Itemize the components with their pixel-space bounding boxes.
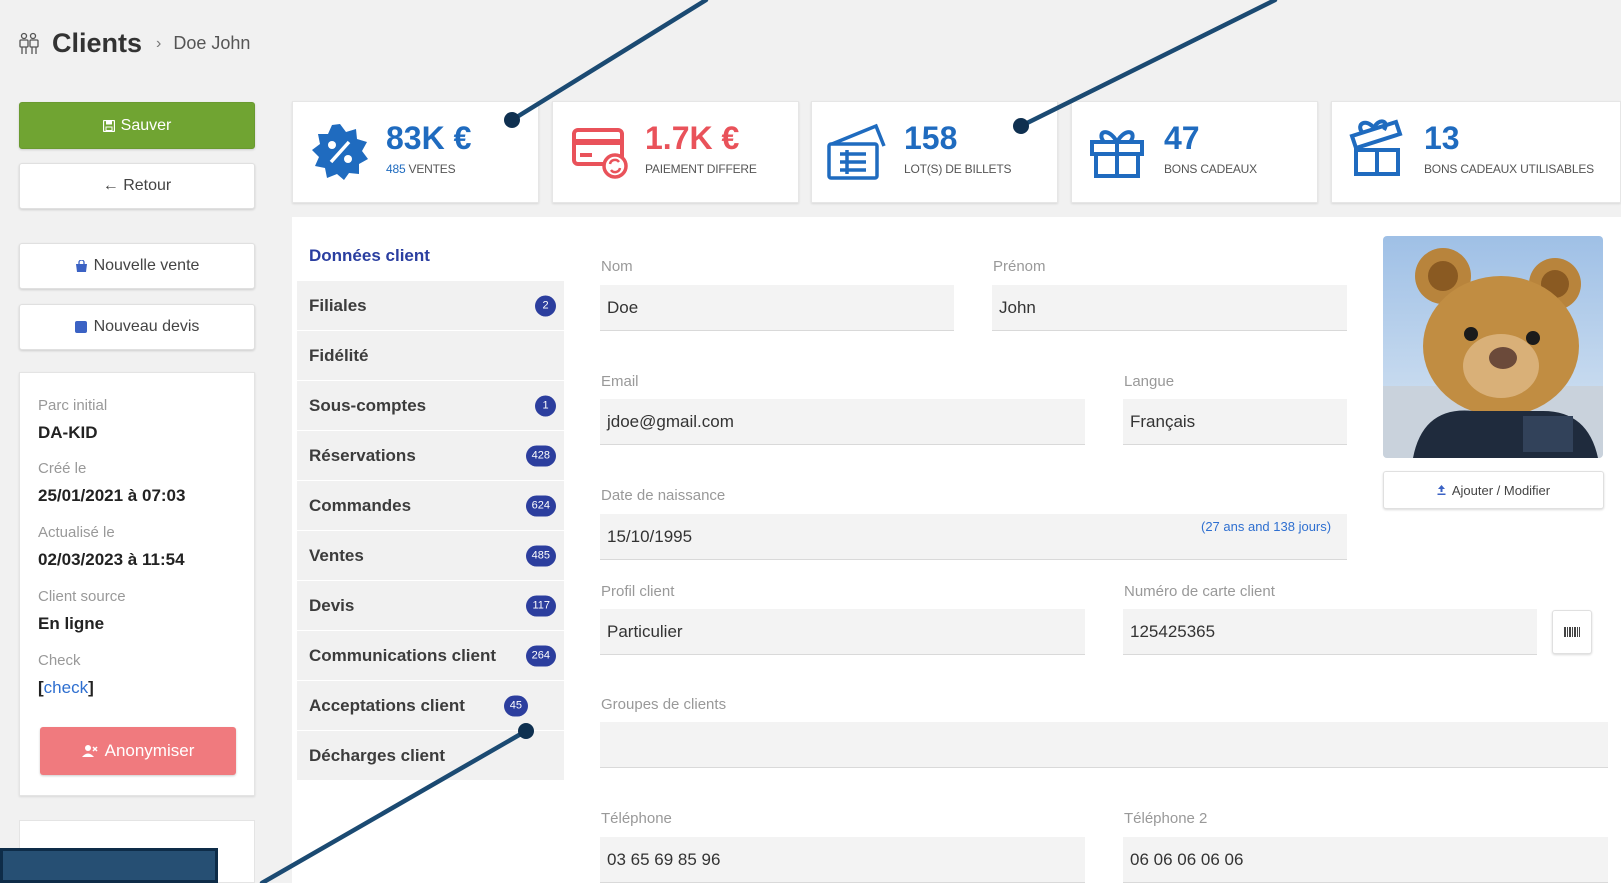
breadcrumb-current[interactable]: Doe John [173, 33, 250, 54]
updated-label: Actualisé le [38, 524, 115, 541]
page-title: Clients [52, 28, 143, 58]
count-badge: 117 [526, 595, 556, 616]
tickets-icon [827, 123, 886, 180]
nav-item-sales[interactable]: Ventes 485 [297, 531, 564, 581]
stat-gifts-label: BONS CADEAUX [1164, 162, 1257, 176]
count-badge: 624 [525, 495, 556, 516]
check-label: Check [38, 652, 81, 669]
anonymize-label: Anonymiser [104, 741, 195, 760]
upload-photo-label: Ajouter / Modifier [1451, 482, 1551, 498]
breadcrumb-separator: › [156, 34, 162, 52]
client-nav: Données client Filiales 2 Fidélité Sous-c… [297, 231, 564, 781]
check-link[interactable]: check [44, 678, 88, 697]
credit-card-sync-icon [572, 128, 628, 179]
count-badge: 45 [503, 695, 528, 716]
barcode-icon [1564, 627, 1580, 637]
nav-item-discharges[interactable]: Décharges client [297, 731, 564, 781]
nav-item-reservations[interactable]: Réservations 428 [297, 431, 564, 481]
save-button[interactable]: Sauver [19, 102, 255, 149]
count-badge: 428 [525, 445, 556, 466]
stat-card-tickets[interactable]: 158 LOT(S) DE BILLETS [811, 101, 1058, 203]
new-quote-label: Nouveau devis [93, 318, 200, 335]
nav-item-orders[interactable]: Commandes 624 [297, 481, 564, 531]
updated-value: 02/03/2023 à 11:54 [38, 550, 185, 569]
upload-icon [1437, 485, 1446, 495]
new-quote-button[interactable]: Nouveau devis [19, 304, 255, 350]
langue-select[interactable]: Français [1123, 399, 1347, 445]
back-label: ← Retour [102, 177, 172, 194]
card-number-field[interactable]: 125425365 [1123, 609, 1537, 655]
nom-field[interactable]: Doe [600, 285, 954, 331]
stat-card-gifts[interactable]: 47 BONS CADEAUX [1071, 101, 1318, 203]
stat-usable-gifts-label: BONS CADEAUX UTILISABLES [1424, 162, 1594, 176]
page-header: Clients › Doe John [18, 28, 250, 59]
gift-icon [1090, 130, 1144, 178]
nom-label: Nom [601, 258, 633, 275]
count-badge: 264 [525, 645, 556, 666]
floppy-disk-icon [102, 119, 115, 132]
shopping-bag-icon [75, 259, 87, 272]
teddy-bear-image [1383, 236, 1603, 458]
new-sale-button[interactable]: Nouvelle vente [19, 243, 255, 289]
park-value: DA-KID [38, 423, 98, 442]
callout-box [0, 848, 218, 883]
phone-field[interactable]: 03 65 69 85 96 [600, 837, 1085, 883]
stat-tickets-value: 158 [904, 120, 958, 156]
prenom-field[interactable]: John [992, 285, 1347, 331]
source-label: Client source [38, 588, 126, 605]
stat-gifts-value: 47 [1164, 120, 1200, 156]
profil-label: Profil client [601, 583, 675, 600]
new-sale-label: Nouvelle vente [93, 257, 200, 274]
stat-deferred-label: PAIEMENT DIFFERE [645, 162, 757, 176]
nav-item-acceptances[interactable]: Acceptations client 45 [297, 681, 564, 731]
user-remove-icon [81, 745, 98, 757]
nav-item-quotes[interactable]: Devis 117 [297, 581, 564, 631]
nav-item-communications[interactable]: Communications client 264 [297, 631, 564, 681]
clients-icon [19, 32, 39, 54]
phone-label: Téléphone [601, 810, 672, 827]
count-badge: 2 [535, 295, 556, 316]
nav-item-subsidiaries[interactable]: Filiales 2 [297, 281, 564, 331]
back-button[interactable]: ← Retour [19, 163, 255, 209]
park-label: Parc initial [38, 397, 108, 414]
client-photo [1383, 236, 1603, 458]
langue-label: Langue [1124, 373, 1175, 390]
barcode-button[interactable] [1552, 610, 1592, 654]
client-info-card: Parc initial DA-KID Créé le 25/01/2021 à… [19, 372, 255, 796]
source-value: En ligne [38, 614, 105, 633]
phone2-label: Téléphone 2 [1124, 810, 1208, 827]
count-badge: 1 [535, 395, 556, 416]
document-icon [74, 321, 87, 333]
stat-deferred-value: 1.7K € [645, 120, 740, 156]
phone2-field[interactable]: 06 06 06 06 06 [1123, 837, 1608, 883]
upload-photo-button[interactable]: Ajouter / Modifier [1383, 471, 1604, 509]
nav-item-client-data[interactable]: Données client [297, 231, 564, 281]
prenom-label: Prénom [993, 258, 1046, 275]
anonymize-button[interactable]: Anonymiser [40, 727, 236, 775]
stat-sales-label: 485 VENTES [386, 162, 456, 176]
nav-item-sub-accounts[interactable]: Sous-comptes 1 [297, 381, 564, 431]
groups-label: Groupes de clients [601, 696, 727, 713]
profil-select[interactable]: Particulier [600, 609, 1085, 655]
created-label: Créé le [38, 460, 87, 477]
email-label: Email [601, 373, 639, 390]
dob-age: (27 ans and 138 jours) [1201, 519, 1332, 534]
stat-usable-gifts-value: 13 [1424, 120, 1460, 156]
stat-sales-value: 83K € [386, 120, 472, 156]
percent-badge-icon [312, 124, 368, 180]
stat-tickets-label: LOT(S) DE BILLETS [904, 162, 1012, 176]
card-number-label: Numéro de carte client [1124, 583, 1275, 600]
stat-card-usable-gifts[interactable]: 13 BONS CADEAUX UTILISABLES [1331, 101, 1621, 203]
nav-item-loyalty[interactable]: Fidélité [297, 331, 564, 381]
save-label: Sauver [120, 116, 172, 134]
gift-open-icon [1349, 119, 1403, 176]
created-value: 25/01/2021 à 07:03 [38, 486, 186, 505]
check-value: [check] [38, 678, 94, 697]
stat-card-deferred[interactable]: 1.7K € PAIEMENT DIFFERE [552, 101, 799, 203]
groups-field[interactable] [600, 722, 1608, 768]
dob-label: Date de naissance [601, 487, 726, 504]
count-badge: 485 [525, 545, 556, 566]
stat-card-sales[interactable]: 83K € 485 VENTES [292, 101, 539, 203]
email-field[interactable]: jdoe@gmail.com [600, 399, 1085, 445]
